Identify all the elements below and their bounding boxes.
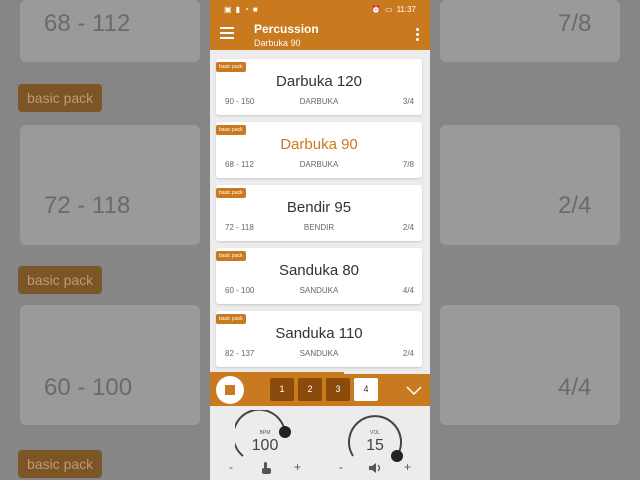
beat-button-2[interactable]: 2 bbox=[298, 378, 322, 401]
notification-icon: ▣ bbox=[224, 4, 232, 14]
rhythm-card-sanduka-110[interactable]: basic pack Sanduka 110 82 - 137 SANDUKA … bbox=[216, 311, 422, 367]
rhythm-name: Sanduka 110 bbox=[275, 325, 363, 342]
rhythm-style: DARBUKA bbox=[299, 160, 339, 169]
page-title: Percussion bbox=[254, 22, 319, 36]
chevron-down-icon[interactable] bbox=[406, 383, 422, 401]
bg-range-text: 72 - 118 bbox=[44, 192, 131, 219]
bg-badge: basic pack bbox=[18, 266, 103, 294]
beat-button-1[interactable]: 1 bbox=[270, 378, 294, 401]
signal-icon: ▮ bbox=[235, 4, 240, 14]
menu-icon[interactable] bbox=[220, 27, 234, 39]
bg-card bbox=[440, 125, 620, 245]
bg-card bbox=[20, 125, 200, 245]
rhythm-card-darbuka-120[interactable]: basic pack Darbuka 120 90 - 150 DARBUKA … bbox=[216, 59, 422, 115]
bg-badge: basic pack bbox=[18, 84, 103, 112]
volume-label: VOL bbox=[369, 430, 380, 436]
bpm-plus-button[interactable]: + bbox=[294, 460, 301, 474]
page-subtitle: Darbuka 90 bbox=[254, 38, 301, 48]
more-vert-icon[interactable] bbox=[416, 28, 420, 43]
phone-screen: ▣ ▮ ◔ ■ ⏰ ▭ 11:37 Percussion Darbuka 90 … bbox=[210, 0, 430, 480]
rhythm-style: SANDUKA bbox=[299, 349, 339, 358]
pack-badge: basic pack bbox=[216, 251, 246, 261]
rhythm-style: DARBUKA bbox=[299, 97, 339, 106]
status-bar: ▣ ▮ ◔ ■ ⏰ ▭ 11:37 bbox=[210, 0, 430, 18]
volume-plus-button[interactable]: + bbox=[404, 460, 411, 474]
bg-card bbox=[440, 0, 620, 62]
stop-icon bbox=[225, 385, 235, 395]
stop-button[interactable] bbox=[216, 376, 244, 404]
time-signature: 4/4 bbox=[402, 286, 414, 295]
rhythm-name: Darbuka 120 bbox=[276, 73, 362, 90]
rhythm-name: Sanduka 80 bbox=[278, 262, 360, 279]
bpm-dial[interactable]: BPM 100 bbox=[235, 410, 295, 464]
rhythm-card-darbuka-90[interactable]: basic pack Darbuka 90 68 - 112 DARBUKA 7… bbox=[216, 122, 422, 178]
beat-button-3[interactable]: 3 bbox=[326, 378, 350, 401]
wifi-icon: ◔ bbox=[243, 4, 249, 14]
bg-range-text: 68 - 112 bbox=[44, 10, 131, 37]
bg-badge: basic pack bbox=[18, 450, 103, 478]
pack-badge: basic pack bbox=[216, 62, 246, 72]
time-signature: 2/4 bbox=[402, 349, 414, 358]
battery-icon: ▭ bbox=[385, 4, 393, 14]
time-signature: 3/4 bbox=[402, 97, 414, 106]
bpm-minus-button[interactable]: - bbox=[229, 460, 233, 474]
tap-hand-icon[interactable] bbox=[259, 461, 273, 480]
bg-signature-text: 7/8 bbox=[558, 10, 592, 37]
pack-badge: basic pack bbox=[216, 188, 246, 198]
rhythm-style: SANDUKA bbox=[299, 286, 339, 295]
media-icon: ■ bbox=[252, 4, 258, 14]
rhythm-name: Bendir 95 bbox=[286, 199, 352, 216]
rhythm-name: Darbuka 90 bbox=[280, 136, 358, 153]
rhythm-style: BENDIR bbox=[303, 223, 335, 232]
bpm-value: 100 bbox=[251, 437, 279, 454]
controls-panel: BPM 100 - + VOL 15 - + bbox=[210, 406, 430, 480]
clock: 11:37 bbox=[396, 4, 416, 14]
rhythm-list[interactable]: basic pack Darbuka 120 90 - 150 DARBUKA … bbox=[210, 56, 430, 372]
time-signature: 7/8 bbox=[402, 160, 414, 169]
time-signature: 2/4 bbox=[402, 223, 414, 232]
bg-range-text: 60 - 100 bbox=[44, 374, 133, 401]
rhythm-card-bendir-95[interactable]: basic pack Bendir 95 72 - 118 BENDIR 2/4 bbox=[216, 185, 422, 241]
speaker-icon[interactable] bbox=[368, 461, 382, 480]
bg-card bbox=[20, 305, 200, 425]
rhythm-card-sanduka-80[interactable]: basic pack Sanduka 80 60 - 100 SANDUKA 4… bbox=[216, 248, 422, 304]
bg-signature-text: 2/4 bbox=[558, 192, 592, 219]
bg-card bbox=[440, 305, 620, 425]
transport-bar: 1 2 3 4 bbox=[210, 374, 430, 406]
volume-minus-button[interactable]: - bbox=[339, 460, 343, 474]
app-bar: Percussion Darbuka 90 bbox=[210, 18, 430, 50]
volume-value: 15 bbox=[366, 437, 384, 454]
pack-badge: basic pack bbox=[216, 125, 246, 135]
beat-button-4[interactable]: 4 bbox=[354, 378, 378, 401]
alarm-icon: ⏰ bbox=[371, 4, 381, 14]
bpm-label: BPM bbox=[259, 430, 271, 436]
volume-dial[interactable]: VOL 15 bbox=[345, 410, 405, 464]
pack-badge: basic pack bbox=[216, 314, 246, 324]
bg-signature-text: 4/4 bbox=[558, 374, 592, 401]
